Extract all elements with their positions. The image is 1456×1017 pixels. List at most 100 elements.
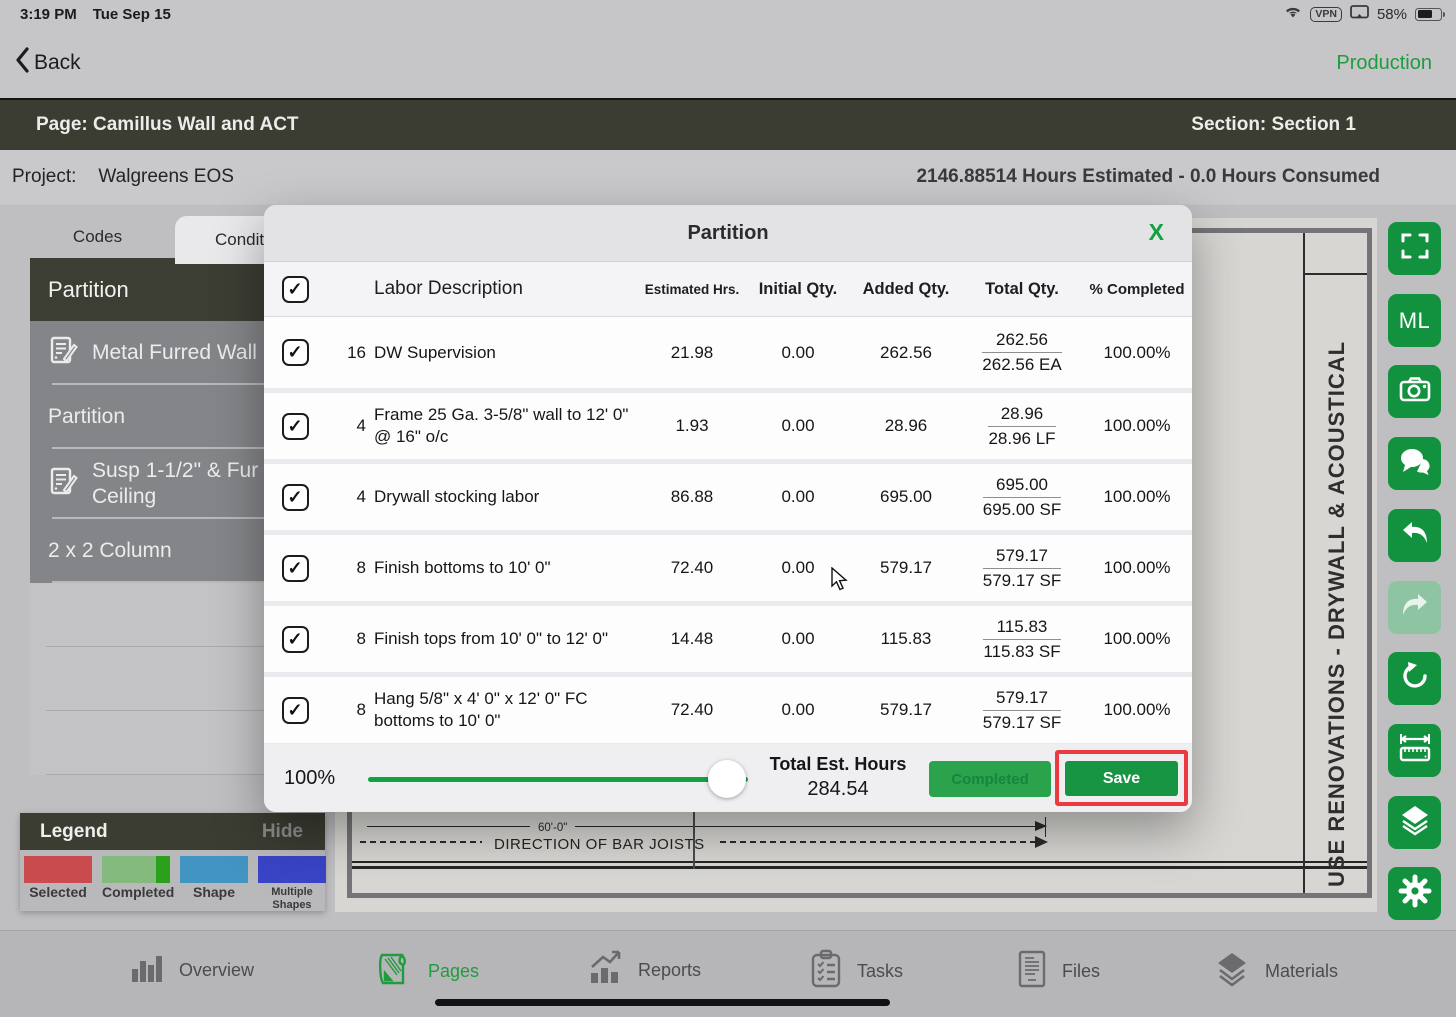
row-added: 695.00 <box>850 487 962 507</box>
row-count: 8 <box>326 558 366 578</box>
camera-button[interactable] <box>1388 365 1441 418</box>
column-total-qty: Total Qty. <box>962 280 1082 299</box>
bottom-tab-bar: Overview Pages Reports Tasks Files Mater… <box>0 930 1456 1017</box>
table-row[interactable]: 4 Frame 25 Ga. 3-5/8" wall to 12' 0" @ 1… <box>264 388 1192 459</box>
date: Tue Sep 15 <box>93 6 171 23</box>
row-added: 115.83 <box>850 629 962 649</box>
row-checkbox[interactable] <box>282 626 309 653</box>
table-row[interactable]: 8 Hang 5/8" x 4' 0" x 12' 0" FC bottoms … <box>264 672 1192 743</box>
bar-joist-direction-label: DIRECTION OF BAR JOISTS <box>482 836 717 853</box>
row-added: 579.17 <box>850 558 962 578</box>
camera-icon <box>1399 374 1431 409</box>
selected-color-swatch <box>24 856 92 883</box>
sidebar-item-label: Partition <box>48 405 125 429</box>
row-estimated: 21.98 <box>638 343 746 363</box>
drawing-title-block: USE RENOVATIONS - DRYWALL & ACOUSTICAL <box>1303 233 1367 893</box>
row-estimated: 1.93 <box>638 416 746 436</box>
undo-button[interactable] <box>1388 509 1441 562</box>
production-button[interactable]: Production <box>1336 52 1432 75</box>
row-total-fraction: 579.17579.17 SF <box>983 546 1061 591</box>
ml-button[interactable]: ML <box>1388 294 1441 347</box>
row-description: Drywall stocking labor <box>366 486 638 508</box>
chat-bubbles-icon <box>1399 446 1431 481</box>
row-initial: 0.00 <box>746 558 850 578</box>
back-button[interactable]: Back <box>14 47 81 79</box>
row-estimated: 72.40 <box>638 558 746 578</box>
modal-header: Partition X <box>264 205 1192 262</box>
redo-button[interactable] <box>1388 581 1441 634</box>
row-initial: 0.00 <box>746 487 850 507</box>
battery-icon <box>1415 8 1442 21</box>
table-row[interactable]: 16 DW Supervision 21.98 0.00 262.56 262.… <box>264 317 1192 388</box>
tab-tasks[interactable]: Tasks <box>808 949 903 994</box>
main-content: 60'-0" DIRECTION OF BAR JOISTS USE RENOV… <box>0 205 1456 930</box>
table-row[interactable]: 8 Finish tops from 10' 0" to 12' 0" 14.4… <box>264 601 1192 672</box>
completion-slider[interactable] <box>368 777 748 782</box>
dimension-label: 60'-0" <box>530 822 575 834</box>
select-all-checkbox[interactable] <box>282 276 309 303</box>
screen-mirroring-icon <box>1350 5 1369 24</box>
slider-thumb[interactable] <box>708 760 746 798</box>
layers-icon <box>1398 804 1432 841</box>
page-header-bar: Page: Camillus Wall and ACT Section: Sec… <box>0 98 1456 150</box>
row-checkbox[interactable] <box>282 413 309 440</box>
tab-reports[interactable]: Reports <box>585 949 701 992</box>
gear-icon <box>1398 874 1432 913</box>
sidebar-item-label: Metal Furred Wall <box>92 341 257 365</box>
tab-pages[interactable]: Pages <box>375 949 479 994</box>
row-checkbox[interactable] <box>282 484 309 511</box>
pages-icon <box>375 949 415 994</box>
fullscreen-button[interactable] <box>1388 222 1441 275</box>
home-indicator[interactable] <box>435 999 890 1006</box>
tab-overview[interactable]: Overview <box>128 949 254 992</box>
save-highlight-annotation: Save <box>1055 750 1188 806</box>
chat-button[interactable] <box>1388 437 1441 490</box>
drawing-title-text: USE RENOVATIONS - DRYWALL & ACOUSTICAL <box>1305 283 1369 887</box>
row-count: 4 <box>326 416 366 436</box>
row-added: 28.96 <box>850 416 962 436</box>
row-initial: 0.00 <box>746 700 850 720</box>
row-initial: 0.00 <box>746 629 850 649</box>
reports-icon <box>585 949 625 992</box>
layers-button[interactable] <box>1388 796 1441 849</box>
tab-files[interactable]: Files <box>1015 949 1100 994</box>
close-button[interactable]: X <box>1149 219 1164 246</box>
redo-icon <box>1399 590 1431 625</box>
completed-button[interactable]: Completed <box>929 761 1051 797</box>
measure-button[interactable] <box>1388 724 1441 777</box>
legend-panel: Legend Hide Selected Completed Shape Mul… <box>20 813 325 911</box>
row-checkbox[interactable] <box>282 697 309 724</box>
column-estimated-hrs: Estimated Hrs. <box>638 282 746 297</box>
project-name: Walgreens EOS <box>98 166 234 188</box>
sidebar-item-label: Susp 1-1/2" & Fur Ceiling <box>92 458 282 510</box>
row-pct-completed: 100.00% <box>1082 629 1192 649</box>
table-row[interactable]: 8 Finish bottoms to 10' 0" 72.40 0.00 57… <box>264 530 1192 601</box>
tab-materials[interactable]: Materials <box>1212 949 1338 994</box>
tab-codes[interactable]: Codes <box>20 216 175 258</box>
condition-document-icon <box>48 335 78 371</box>
table-header-row: Labor Description Estimated Hrs. Initial… <box>264 262 1192 317</box>
row-count: 16 <box>326 343 366 363</box>
row-initial: 0.00 <box>746 416 850 436</box>
dimension-line <box>367 826 1045 828</box>
modal-title: Partition <box>687 222 768 245</box>
total-est-hours-value: 284.54 <box>764 778 912 801</box>
save-button[interactable]: Save <box>1065 761 1178 796</box>
row-checkbox[interactable] <box>282 339 309 366</box>
completion-percent-label: 100% <box>284 767 335 790</box>
legend-hide-button[interactable]: Hide <box>262 821 303 843</box>
rotate-button[interactable] <box>1388 652 1441 705</box>
table-row[interactable]: 4 Drywall stocking labor 86.88 0.00 695.… <box>264 459 1192 530</box>
wifi-icon <box>1284 5 1302 24</box>
row-count: 8 <box>326 700 366 720</box>
legend-entry-shape: Shape <box>180 856 248 911</box>
overview-icon <box>128 949 166 992</box>
row-initial: 0.00 <box>746 343 850 363</box>
battery-percent: 58% <box>1377 6 1407 23</box>
wall-line <box>352 861 1367 864</box>
row-checkbox[interactable] <box>282 555 309 582</box>
project-label: Project: <box>12 166 76 188</box>
settings-button[interactable] <box>1388 867 1441 920</box>
column-added-qty: Added Qty. <box>850 280 962 299</box>
undo-icon <box>1399 518 1431 553</box>
